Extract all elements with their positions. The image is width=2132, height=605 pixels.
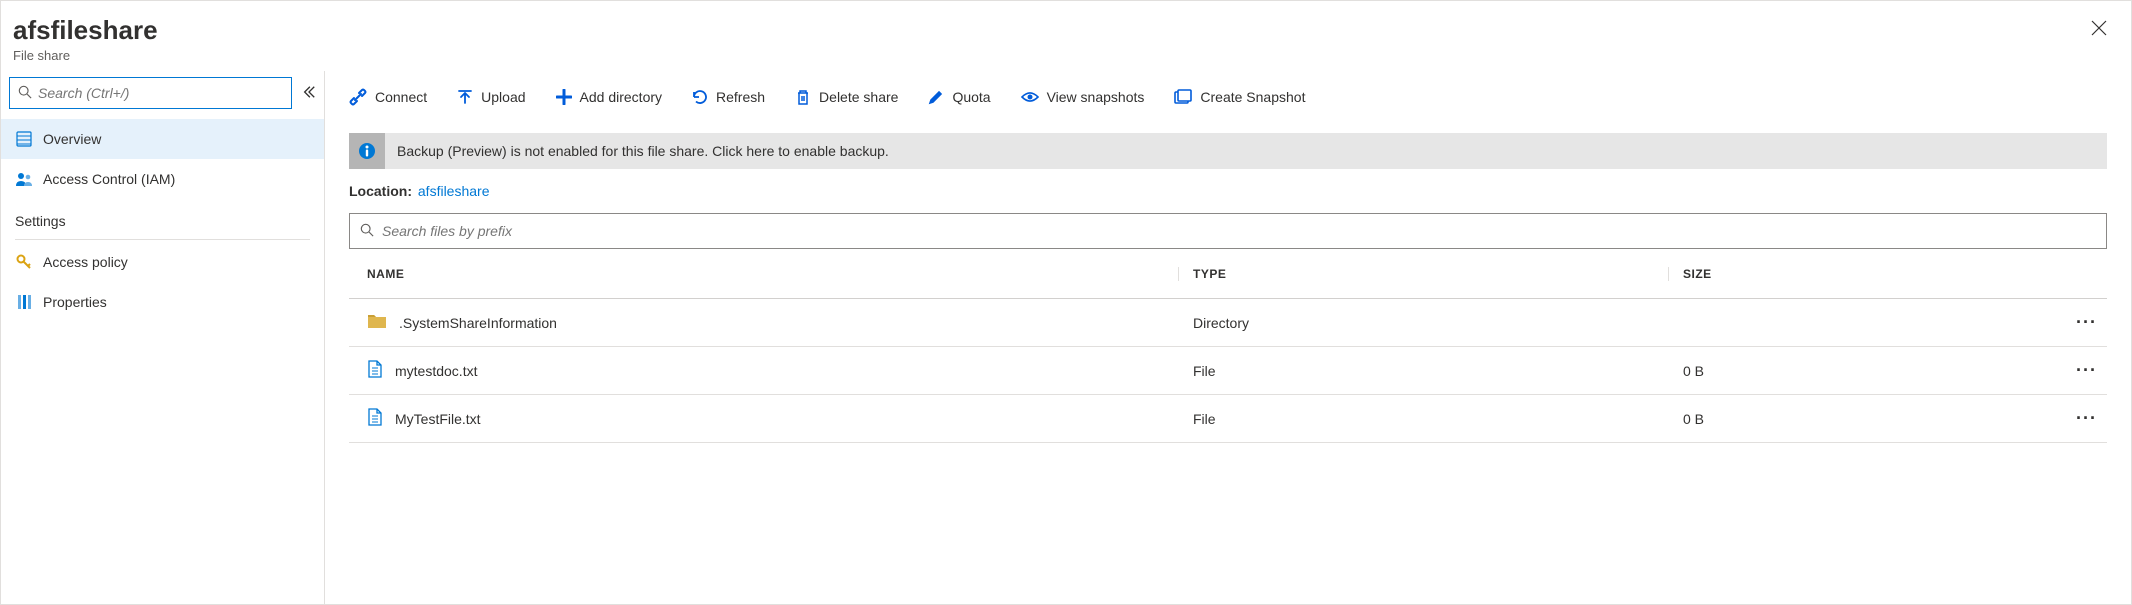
add-directory-button[interactable]: Add directory [556, 89, 662, 105]
quota-button[interactable]: Quota [928, 89, 990, 105]
table-row[interactable]: .SystemShareInformation Directory ··· [349, 299, 2107, 347]
properties-icon [15, 294, 33, 310]
sidebar: Overview Access Control (IAM) Settings A… [1, 71, 324, 604]
location-row: Location: afsfileshare [325, 179, 2131, 213]
toolbar: Connect Upload Add directory [325, 71, 2131, 123]
location-link[interactable]: afsfileshare [418, 183, 490, 199]
refresh-button[interactable]: Refresh [692, 89, 765, 105]
search-icon [18, 85, 38, 102]
connect-button[interactable]: Connect [349, 88, 427, 106]
sidebar-item-properties[interactable]: Properties [1, 282, 324, 322]
refresh-icon [692, 89, 708, 105]
sidebar-search-input[interactable] [9, 77, 292, 109]
close-icon[interactable] [2087, 15, 2111, 46]
file-name: .SystemShareInformation [399, 315, 557, 331]
upload-icon [457, 89, 473, 105]
page-subtitle: File share [13, 48, 2087, 63]
table-row[interactable]: mytestdoc.txt File 0 B ··· [349, 347, 2107, 395]
row-menu-icon[interactable]: ··· [2076, 312, 2097, 333]
eye-icon [1021, 89, 1039, 105]
column-header-type[interactable]: TYPE [1179, 267, 1669, 281]
plus-icon [556, 89, 572, 105]
file-size: 0 B [1683, 363, 1704, 379]
upload-button[interactable]: Upload [457, 89, 525, 105]
sidebar-item-label: Overview [43, 131, 101, 147]
collapse-sidebar-icon[interactable] [302, 85, 316, 102]
file-type: Directory [1179, 315, 1669, 331]
view-snapshots-button[interactable]: View snapshots [1021, 89, 1145, 105]
column-header-size[interactable]: SIZE [1669, 267, 2107, 281]
file-icon [367, 408, 383, 429]
search-icon [360, 223, 374, 240]
create-snapshot-button[interactable]: Create Snapshot [1174, 89, 1305, 105]
file-type: File [1179, 363, 1669, 379]
key-icon [15, 254, 33, 270]
table-header: NAME TYPE SIZE [349, 249, 2107, 299]
trash-icon [795, 89, 811, 105]
location-label: Location: [349, 183, 412, 199]
folder-icon [367, 313, 387, 332]
file-type: File [1179, 411, 1669, 427]
file-icon [367, 360, 383, 381]
sidebar-item-access-control[interactable]: Access Control (IAM) [1, 159, 324, 199]
sidebar-section-settings: Settings [1, 199, 324, 235]
pencil-icon [928, 89, 944, 105]
file-size: 0 B [1683, 411, 1704, 427]
blade-header: afsfileshare File share [1, 1, 2131, 71]
page-title: afsfileshare [13, 15, 2087, 46]
column-header-name[interactable]: NAME [349, 267, 1179, 281]
file-name: MyTestFile.txt [395, 411, 481, 427]
snapshot-icon [1174, 89, 1192, 105]
overview-icon [15, 131, 33, 147]
sidebar-item-label: Access policy [43, 254, 128, 270]
file-table: NAME TYPE SIZE .SystemShareInformation D… [349, 249, 2107, 443]
sidebar-item-overview[interactable]: Overview [1, 119, 324, 159]
sidebar-item-label: Properties [43, 294, 107, 310]
info-icon [349, 133, 385, 169]
sidebar-item-label: Access Control (IAM) [43, 171, 175, 187]
delete-share-button[interactable]: Delete share [795, 89, 898, 105]
connect-icon [349, 88, 367, 106]
table-row[interactable]: MyTestFile.txt File 0 B ··· [349, 395, 2107, 443]
sidebar-item-access-policy[interactable]: Access policy [1, 242, 324, 282]
row-menu-icon[interactable]: ··· [2076, 408, 2097, 429]
backup-info-bar[interactable]: Backup (Preview) is not enabled for this… [349, 133, 2107, 169]
iam-icon [15, 171, 33, 187]
row-menu-icon[interactable]: ··· [2076, 360, 2097, 381]
info-bar-text: Backup (Preview) is not enabled for this… [385, 143, 889, 159]
file-name: mytestdoc.txt [395, 363, 477, 379]
file-search-input[interactable] [349, 213, 2107, 249]
divider [15, 239, 310, 240]
main-panel: Connect Upload Add directory [325, 71, 2131, 604]
